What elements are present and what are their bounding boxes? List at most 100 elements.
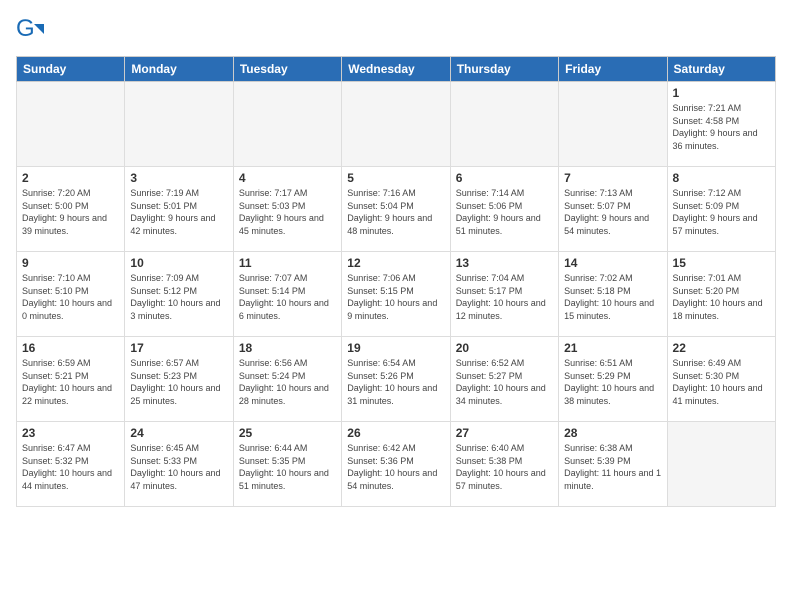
- day-info: Sunrise: 7:12 AM Sunset: 5:09 PM Dayligh…: [673, 187, 770, 237]
- calendar-cell: 17 Sunrise: 6:57 AM Sunset: 5:23 PM Dayli…: [125, 337, 233, 422]
- day-number: 9: [22, 256, 119, 270]
- page-header: G: [16, 16, 776, 44]
- calendar-cell: [125, 82, 233, 167]
- calendar-cell: 20Sunrise: 6:52 AM Sunset: 5:27 PM Dayli…: [450, 337, 558, 422]
- day-number: 7: [564, 171, 661, 185]
- day-number: 21: [564, 341, 661, 355]
- day-info: Sunrise: 7:20 AM Sunset: 5:00 PM Dayligh…: [22, 187, 119, 237]
- calendar-cell: 22 Sunrise: 6:49 AM Sunset: 5:30 PM Dayli…: [667, 337, 775, 422]
- calendar-cell: 23 Sunrise: 6:47 AM Sunset: 5:32 PM Dayli…: [17, 422, 125, 507]
- day-info: Sunrise: 7:07 AM Sunset: 5:14 PM Dayligh…: [239, 272, 336, 322]
- day-number: 2: [22, 171, 119, 185]
- calendar-cell: [559, 82, 667, 167]
- calendar-week-5: 23 Sunrise: 6:47 AM Sunset: 5:32 PM Dayli…: [17, 422, 776, 507]
- calendar-table: SundayMondayTuesdayWednesdayThursdayFrid…: [16, 56, 776, 507]
- day-info: Sunrise: 7:21 AM Sunset: 4:58 PM Dayligh…: [673, 102, 770, 152]
- day-info: Sunrise: 7:17 AM Sunset: 5:03 PM Dayligh…: [239, 187, 336, 237]
- calendar-cell: 25 Sunrise: 6:44 AM Sunset: 5:35 PM Dayli…: [233, 422, 341, 507]
- day-info: Sunrise: 6:47 AM Sunset: 5:32 PM Dayligh…: [22, 442, 119, 492]
- calendar-cell: 15 Sunrise: 7:01 AM Sunset: 5:20 PM Dayli…: [667, 252, 775, 337]
- day-number: 28: [564, 426, 661, 440]
- calendar-cell: 26 Sunrise: 6:42 AM Sunset: 5:36 PM Dayli…: [342, 422, 450, 507]
- logo: G: [16, 16, 46, 44]
- calendar-cell: 19Sunrise: 6:54 AM Sunset: 5:26 PM Dayli…: [342, 337, 450, 422]
- day-number: 11: [239, 256, 336, 270]
- day-number: 23: [22, 426, 119, 440]
- day-info: Sunrise: 7:10 AM Sunset: 5:10 PM Dayligh…: [22, 272, 119, 322]
- day-info: Sunrise: 7:14 AM Sunset: 5:06 PM Dayligh…: [456, 187, 553, 237]
- day-number: 3: [130, 171, 227, 185]
- calendar-cell: 7 Sunrise: 7:13 AM Sunset: 5:07 PM Daylig…: [559, 167, 667, 252]
- calendar-cell: 24 Sunrise: 6:45 AM Sunset: 5:33 PM Dayli…: [125, 422, 233, 507]
- weekday-header-wednesday: Wednesday: [342, 57, 450, 82]
- day-info: Sunrise: 7:09 AM Sunset: 5:12 PM Dayligh…: [130, 272, 227, 322]
- day-number: 20: [456, 341, 553, 355]
- calendar-cell: 11 Sunrise: 7:07 AM Sunset: 5:14 PM Dayli…: [233, 252, 341, 337]
- day-number: 22: [673, 341, 770, 355]
- calendar-cell: 8 Sunrise: 7:12 AM Sunset: 5:09 PM Daylig…: [667, 167, 775, 252]
- day-number: 8: [673, 171, 770, 185]
- day-info: Sunrise: 7:02 AM Sunset: 5:18 PM Dayligh…: [564, 272, 661, 322]
- calendar-cell: 12 Sunrise: 7:06 AM Sunset: 5:15 PM Dayli…: [342, 252, 450, 337]
- calendar-cell: 18 Sunrise: 6:56 AM Sunset: 5:24 PM Dayli…: [233, 337, 341, 422]
- calendar-cell: 21 Sunrise: 6:51 AM Sunset: 5:29 PM Dayli…: [559, 337, 667, 422]
- calendar-cell: 14Sunrise: 7:02 AM Sunset: 5:18 PM Dayli…: [559, 252, 667, 337]
- day-info: Sunrise: 6:57 AM Sunset: 5:23 PM Dayligh…: [130, 357, 227, 407]
- day-number: 17: [130, 341, 227, 355]
- day-info: Sunrise: 6:49 AM Sunset: 5:30 PM Dayligh…: [673, 357, 770, 407]
- weekday-header-thursday: Thursday: [450, 57, 558, 82]
- day-info: Sunrise: 6:38 AM Sunset: 5:39 PM Dayligh…: [564, 442, 661, 492]
- day-info: Sunrise: 7:01 AM Sunset: 5:20 PM Dayligh…: [673, 272, 770, 322]
- day-info: Sunrise: 6:40 AM Sunset: 5:38 PM Dayligh…: [456, 442, 553, 492]
- calendar-cell: 9 Sunrise: 7:10 AM Sunset: 5:10 PM Daylig…: [17, 252, 125, 337]
- day-number: 19: [347, 341, 444, 355]
- calendar-cell: 28 Sunrise: 6:38 AM Sunset: 5:39 PM Dayli…: [559, 422, 667, 507]
- day-info: Sunrise: 7:13 AM Sunset: 5:07 PM Dayligh…: [564, 187, 661, 237]
- calendar-cell: 16 Sunrise: 6:59 AM Sunset: 5:21 PM Dayli…: [17, 337, 125, 422]
- day-info: Sunrise: 6:51 AM Sunset: 5:29 PM Dayligh…: [564, 357, 661, 407]
- day-number: 24: [130, 426, 227, 440]
- calendar-cell: 5 Sunrise: 7:16 AM Sunset: 5:04 PM Daylig…: [342, 167, 450, 252]
- day-number: 10: [130, 256, 227, 270]
- day-number: 18: [239, 341, 336, 355]
- day-number: 5: [347, 171, 444, 185]
- calendar-week-4: 16 Sunrise: 6:59 AM Sunset: 5:21 PM Dayli…: [17, 337, 776, 422]
- calendar-cell: 10 Sunrise: 7:09 AM Sunset: 5:12 PM Dayli…: [125, 252, 233, 337]
- day-number: 25: [239, 426, 336, 440]
- calendar-cell: [450, 82, 558, 167]
- day-info: Sunrise: 7:16 AM Sunset: 5:04 PM Dayligh…: [347, 187, 444, 237]
- day-number: 13: [456, 256, 553, 270]
- calendar-cell: 2 Sunrise: 7:20 AM Sunset: 5:00 PM Daylig…: [17, 167, 125, 252]
- day-number: 12: [347, 256, 444, 270]
- calendar-cell: [342, 82, 450, 167]
- day-number: 1: [673, 86, 770, 100]
- calendar-week-1: 1 Sunrise: 7:21 AM Sunset: 4:58 PM Daylig…: [17, 82, 776, 167]
- calendar-cell: 3 Sunrise: 7:19 AM Sunset: 5:01 PM Daylig…: [125, 167, 233, 252]
- calendar-cell: [233, 82, 341, 167]
- calendar-cell: [17, 82, 125, 167]
- calendar-week-3: 9 Sunrise: 7:10 AM Sunset: 5:10 PM Daylig…: [17, 252, 776, 337]
- day-info: Sunrise: 6:59 AM Sunset: 5:21 PM Dayligh…: [22, 357, 119, 407]
- day-number: 27: [456, 426, 553, 440]
- day-number: 16: [22, 341, 119, 355]
- calendar-cell: 4 Sunrise: 7:17 AM Sunset: 5:03 PM Daylig…: [233, 167, 341, 252]
- day-info: Sunrise: 6:44 AM Sunset: 5:35 PM Dayligh…: [239, 442, 336, 492]
- day-info: Sunrise: 6:45 AM Sunset: 5:33 PM Dayligh…: [130, 442, 227, 492]
- weekday-header-saturday: Saturday: [667, 57, 775, 82]
- weekday-header-tuesday: Tuesday: [233, 57, 341, 82]
- logo-icon: G: [16, 16, 44, 44]
- day-number: 26: [347, 426, 444, 440]
- calendar-week-2: 2 Sunrise: 7:20 AM Sunset: 5:00 PM Daylig…: [17, 167, 776, 252]
- calendar-cell: 1 Sunrise: 7:21 AM Sunset: 4:58 PM Daylig…: [667, 82, 775, 167]
- day-info: Sunrise: 7:06 AM Sunset: 5:15 PM Dayligh…: [347, 272, 444, 322]
- day-info: Sunrise: 7:19 AM Sunset: 5:01 PM Dayligh…: [130, 187, 227, 237]
- day-number: 6: [456, 171, 553, 185]
- day-info: Sunrise: 6:56 AM Sunset: 5:24 PM Dayligh…: [239, 357, 336, 407]
- day-number: 15: [673, 256, 770, 270]
- weekday-header-sunday: Sunday: [17, 57, 125, 82]
- day-info: Sunrise: 6:42 AM Sunset: 5:36 PM Dayligh…: [347, 442, 444, 492]
- weekday-header-friday: Friday: [559, 57, 667, 82]
- day-number: 4: [239, 171, 336, 185]
- calendar-cell: 13Sunrise: 7:04 AM Sunset: 5:17 PM Dayli…: [450, 252, 558, 337]
- svg-text:G: G: [16, 16, 35, 42]
